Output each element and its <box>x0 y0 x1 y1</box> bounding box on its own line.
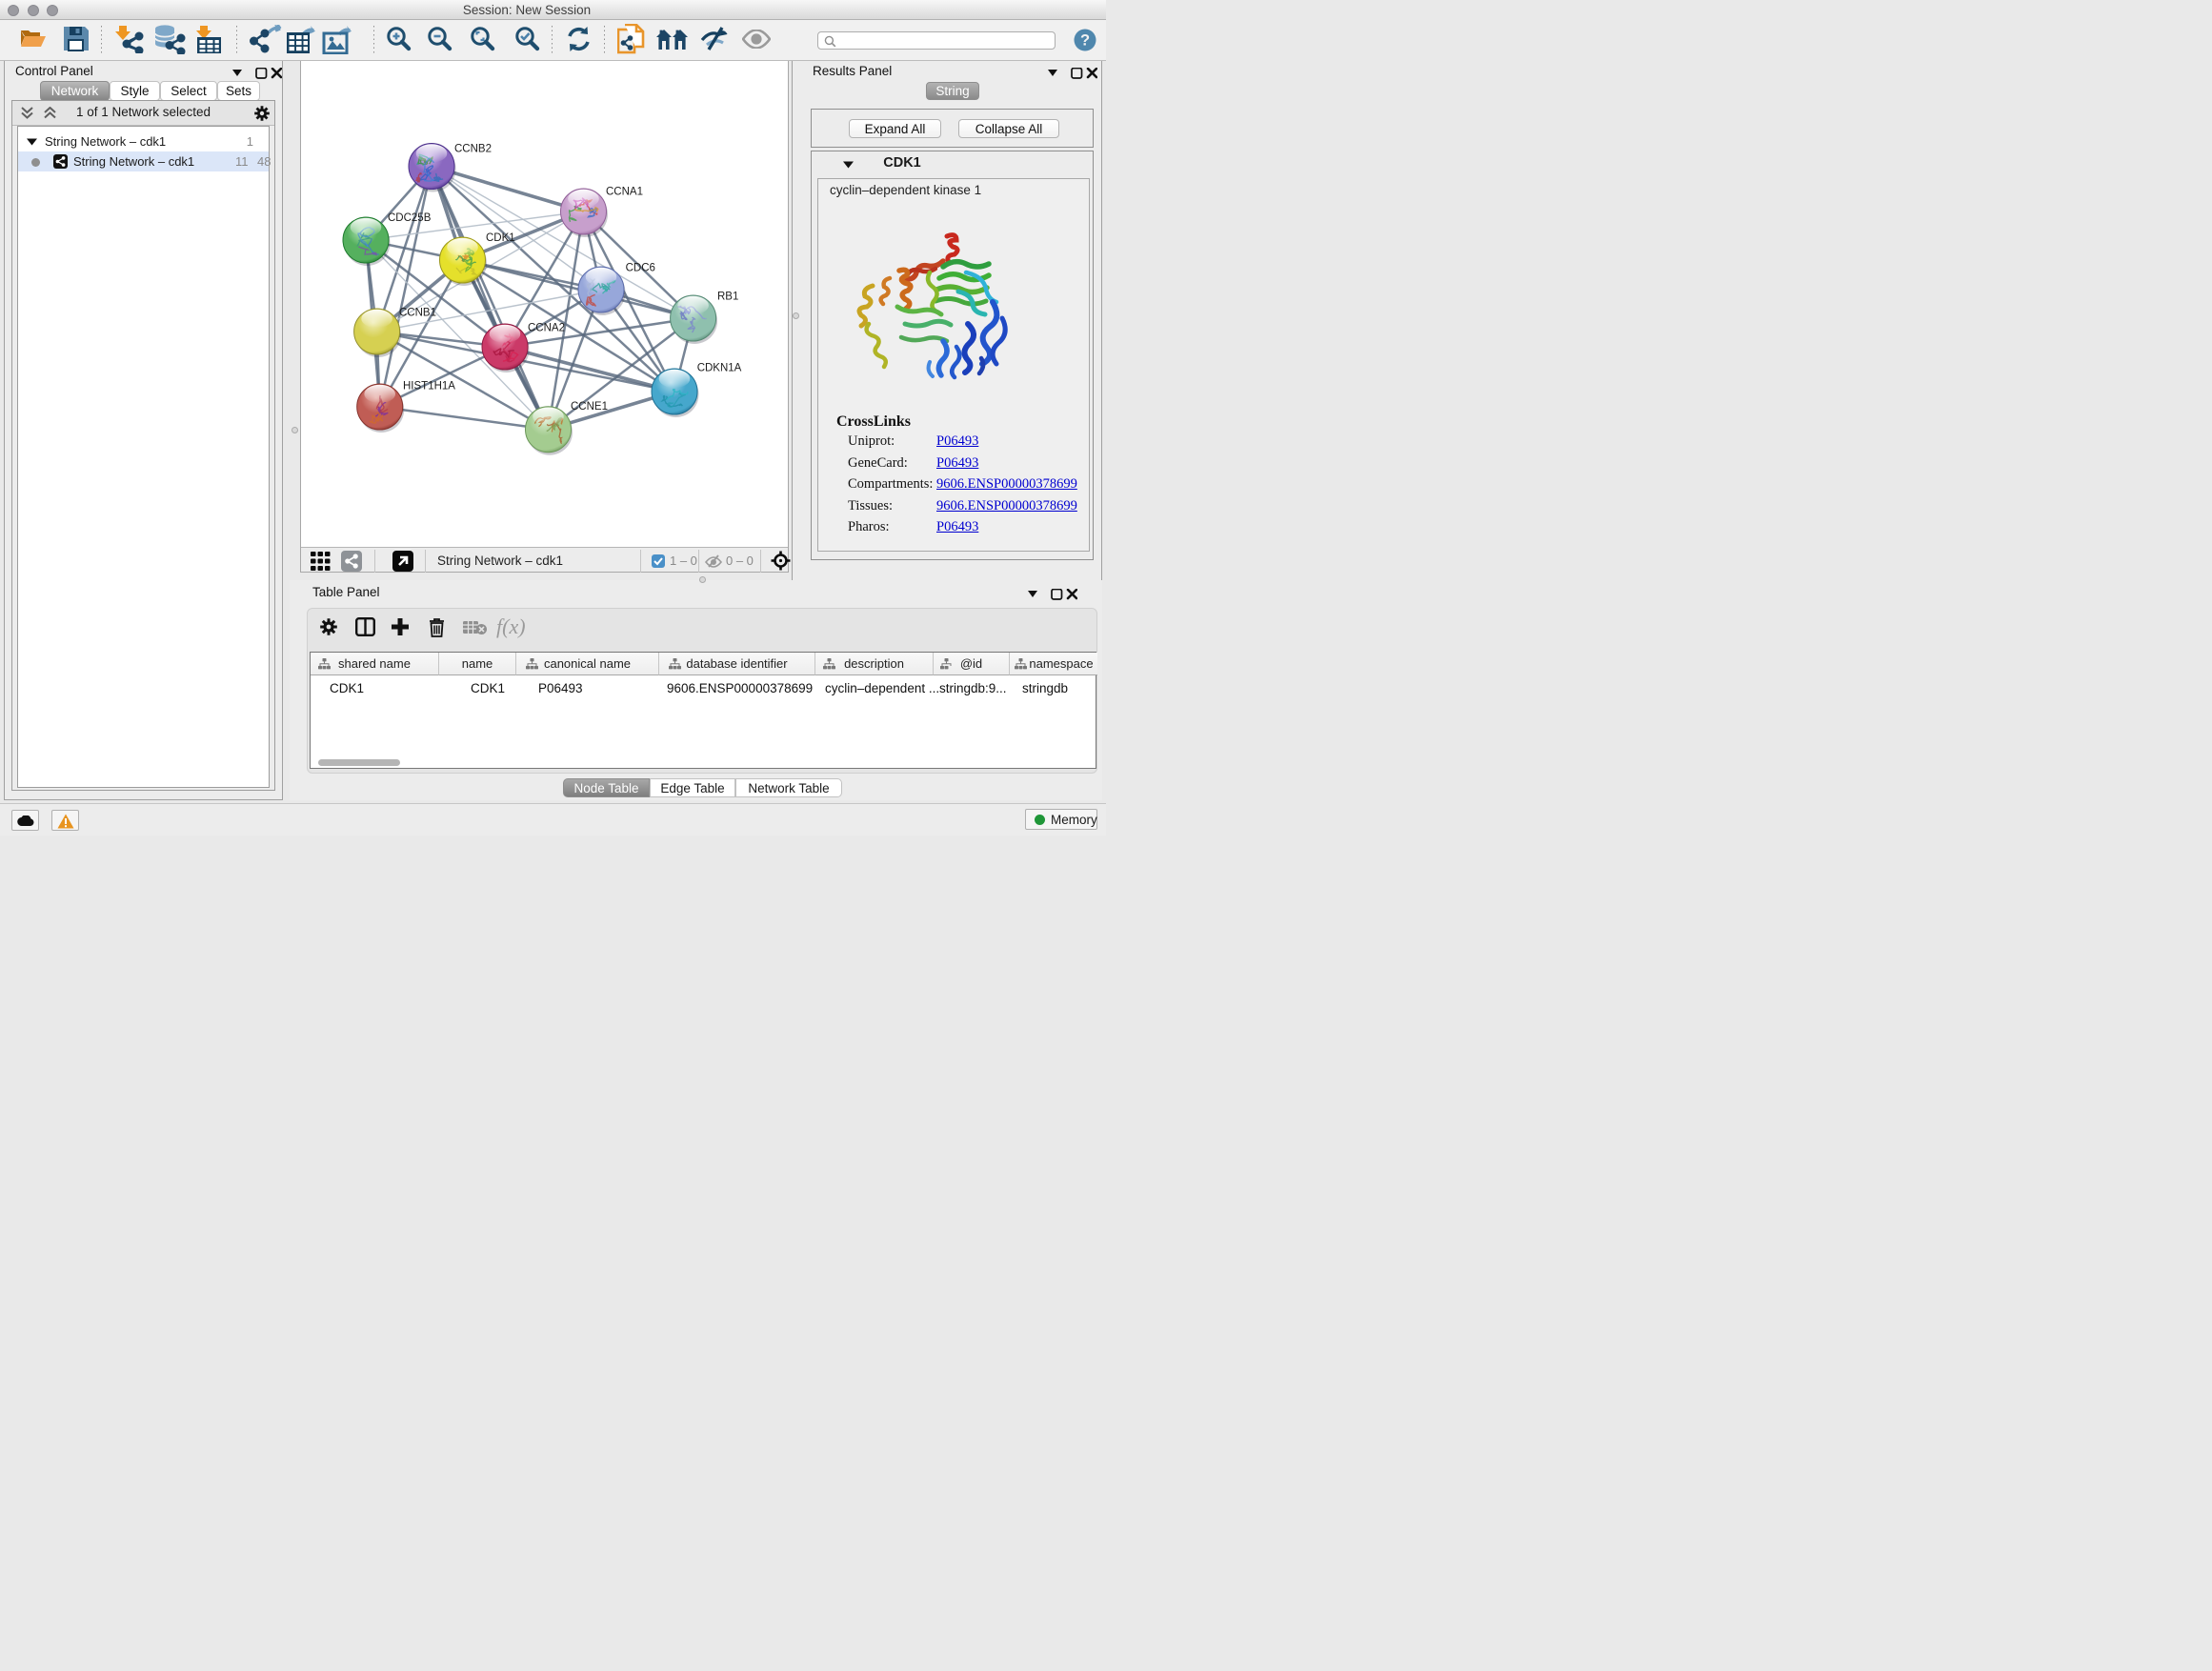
svg-text:HIST1H1A: HIST1H1A <box>403 381 455 393</box>
svg-text:CDC6: CDC6 <box>626 263 655 274</box>
svg-text:?: ? <box>1080 32 1090 50</box>
svg-text:CCNA1: CCNA1 <box>606 187 643 198</box>
svg-text:CDC25B: CDC25B <box>388 212 432 224</box>
svg-text:CDK1: CDK1 <box>486 232 515 244</box>
svg-text:CCNE1: CCNE1 <box>571 401 608 413</box>
svg-text:CDKN1A: CDKN1A <box>697 363 742 374</box>
svg-text:CCNB2: CCNB2 <box>454 144 492 155</box>
svg-text:CCNB1: CCNB1 <box>399 308 436 319</box>
svg-text:CCNA2: CCNA2 <box>528 322 565 333</box>
svg-text:RB1: RB1 <box>717 292 738 303</box>
